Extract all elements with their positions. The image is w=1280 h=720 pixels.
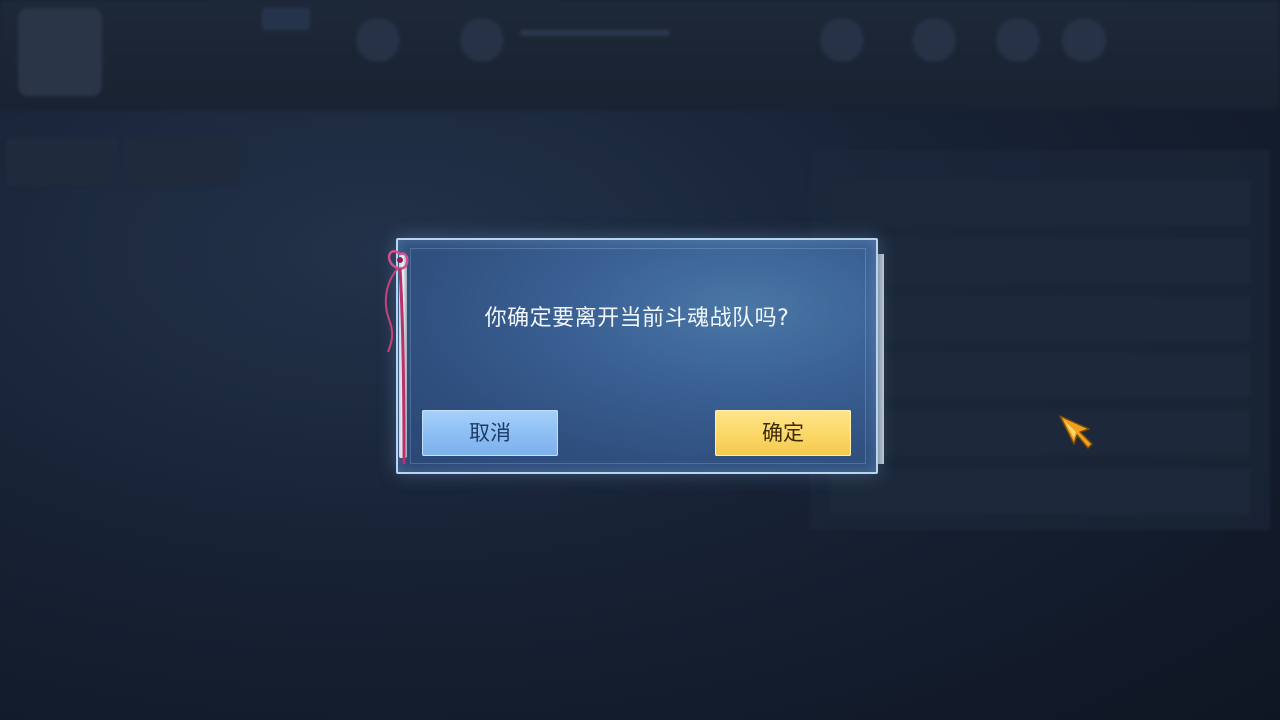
top-menu-icon bbox=[820, 18, 864, 62]
leave-team-dialog: 你确定要离开当前斗魂战队吗? 取消 确定 bbox=[384, 238, 884, 474]
dialog-scroll-edge bbox=[878, 254, 884, 464]
team-option-button bbox=[830, 352, 1250, 398]
team-progress-bar bbox=[520, 30, 670, 36]
team-icon bbox=[460, 18, 504, 62]
top-menu-icon bbox=[912, 18, 956, 62]
golden-arrow-cursor-icon bbox=[1059, 415, 1093, 449]
team-option-button bbox=[830, 180, 1250, 226]
level-badge bbox=[262, 8, 310, 30]
cancel-button[interactable]: 取消 bbox=[422, 410, 558, 456]
dialog-message: 你确定要离开当前斗魂战队吗? bbox=[484, 306, 790, 331]
settings-icon bbox=[1062, 18, 1106, 62]
tab-button bbox=[6, 138, 118, 186]
confirm-button[interactable]: 确定 bbox=[715, 410, 851, 456]
top-menu-icon bbox=[356, 18, 400, 62]
team-option-button bbox=[830, 238, 1250, 284]
tab-button bbox=[126, 138, 238, 186]
team-option-button bbox=[830, 410, 1250, 456]
team-option-button bbox=[830, 468, 1250, 514]
player-avatar bbox=[18, 8, 102, 96]
pink-ribbon-icon bbox=[384, 250, 409, 465]
team-option-button bbox=[830, 296, 1250, 342]
top-menu-icon bbox=[996, 18, 1040, 62]
game-screen: 你确定要离开当前斗魂战队吗? 取消 确定 bbox=[0, 0, 1280, 720]
